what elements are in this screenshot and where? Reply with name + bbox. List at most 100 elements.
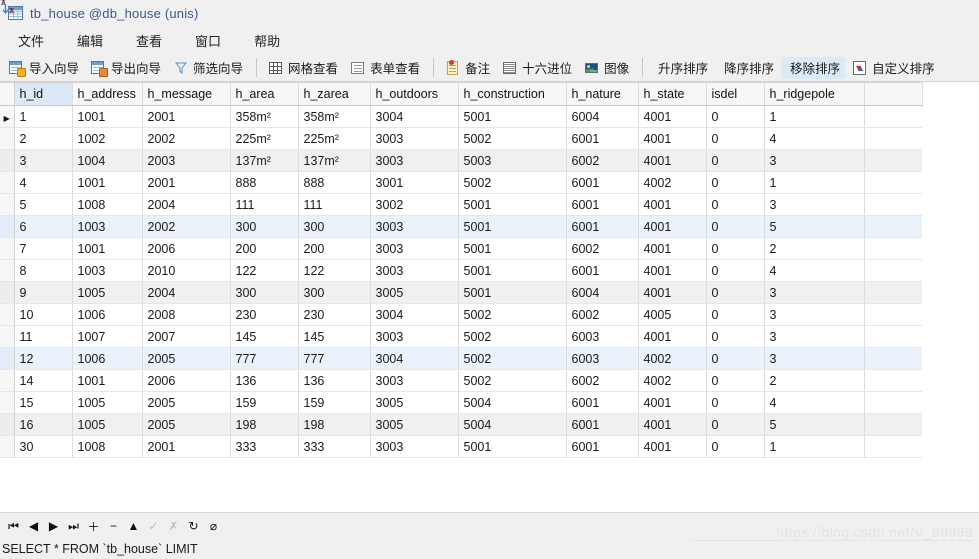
cell-h-state[interactable]: 4001 — [638, 281, 707, 304]
cell-h-message[interactable]: 2006 — [142, 237, 231, 260]
cell-h-state[interactable]: 4002 — [638, 171, 707, 194]
cell-h-address[interactable]: 1005 — [72, 413, 143, 436]
column-header-h-construction[interactable]: h_construction — [458, 82, 567, 106]
refresh-button[interactable]: ↻ — [184, 517, 203, 536]
cell-h-message[interactable]: 2007 — [142, 325, 231, 348]
cell-h-ridgepole[interactable]: 5 — [764, 215, 865, 238]
column-header-isdel[interactable]: isdel — [706, 82, 765, 106]
cell-h-state[interactable]: 4002 — [638, 347, 707, 370]
cell-h-ridgepole[interactable]: 3 — [764, 281, 865, 304]
cell-h-state[interactable]: 4001 — [638, 413, 707, 436]
cell-h-state[interactable]: 4001 — [638, 149, 707, 172]
cell-h-ridgepole[interactable]: 1 — [764, 105, 865, 128]
cell-h-nature[interactable]: 6002 — [566, 369, 639, 392]
column-header-h-address[interactable]: h_address — [72, 82, 143, 106]
cell-h-construction[interactable]: 5002 — [458, 369, 567, 392]
cell-h-message[interactable]: 2002 — [142, 127, 231, 150]
cell-h-construction[interactable]: 5002 — [458, 127, 567, 150]
cell-h-message[interactable]: 2001 — [142, 105, 231, 128]
cell-h-construction[interactable]: 5002 — [458, 171, 567, 194]
column-header-h-zarea[interactable]: h_zarea — [298, 82, 371, 106]
cell-h-ridgepole[interactable]: 3 — [764, 193, 865, 216]
cell-h-id[interactable]: 15 — [14, 391, 73, 414]
cell-h-address[interactable]: 1005 — [72, 281, 143, 304]
cell-h-outdoors[interactable]: 3004 — [370, 105, 459, 128]
cell-h-construction[interactable]: 5001 — [458, 281, 567, 304]
cell-h-id[interactable]: 16 — [14, 413, 73, 436]
filter-wizard-button[interactable]: 筛选向导 — [168, 57, 248, 79]
cell-h-nature[interactable]: 6001 — [566, 259, 639, 282]
cell-h-message[interactable]: 2008 — [142, 303, 231, 326]
cell-h-message[interactable]: 2001 — [142, 435, 231, 458]
cell-h-ridgepole[interactable]: 2 — [764, 237, 865, 260]
current-row-indicator[interactable]: ▶ — [0, 105, 15, 128]
cell-h-state[interactable]: 4001 — [638, 193, 707, 216]
row-selector[interactable] — [0, 391, 15, 414]
row-selector[interactable] — [0, 149, 15, 172]
cell-isdel[interactable]: 0 — [706, 149, 765, 172]
cell-h-nature[interactable]: 6002 — [566, 303, 639, 326]
cell-h-address[interactable]: 1008 — [72, 193, 143, 216]
column-header-h-state[interactable]: h_state — [638, 82, 707, 106]
form-view-button[interactable]: 表单查看 — [345, 57, 425, 79]
cell-h-area[interactable]: 198 — [230, 413, 299, 436]
cell-h-zarea[interactable]: 333 — [298, 435, 371, 458]
cell-h-state[interactable]: 4001 — [638, 127, 707, 150]
import-wizard-button[interactable]: 导入向导 — [4, 57, 84, 79]
cell-h-state[interactable]: 4001 — [638, 325, 707, 348]
cell-h-state[interactable]: 4001 — [638, 435, 707, 458]
cell-isdel[interactable]: 0 — [706, 391, 765, 414]
cell-h-ridgepole[interactable]: 3 — [764, 303, 865, 326]
cell-h-construction[interactable]: 5004 — [458, 413, 567, 436]
cell-h-area[interactable]: 200 — [230, 237, 299, 260]
row-selector[interactable] — [0, 281, 15, 304]
cell-h-outdoors[interactable]: 3003 — [370, 215, 459, 238]
cell-h-outdoors[interactable]: 3003 — [370, 369, 459, 392]
cell-h-construction[interactable]: 5003 — [458, 149, 567, 172]
cell-h-state[interactable]: 4001 — [638, 105, 707, 128]
previous-record-button[interactable]: ◀ — [24, 517, 43, 536]
cell-h-ridgepole[interactable]: 1 — [764, 171, 865, 194]
menu-file[interactable]: 文件 — [8, 28, 54, 53]
table-row[interactable]: 6 1003 2002 300 300 3003 5001 6001 4001 0 5 — [0, 215, 922, 238]
cell-h-outdoors[interactable]: 3003 — [370, 435, 459, 458]
column-header-h-outdoors[interactable]: h_outdoors — [370, 82, 459, 106]
cell-isdel[interactable]: 0 — [706, 215, 765, 238]
cell-h-construction[interactable]: 5001 — [458, 215, 567, 238]
table-row[interactable]: ▶ 1 1001 2001 358m² 358m² 3004 5001 6004 4001 0 1 — [0, 105, 922, 128]
cell-h-address[interactable]: 1006 — [72, 303, 143, 326]
table-row[interactable]: 8 1003 2010 122 122 3003 5001 6001 4001 0 4 — [0, 259, 922, 282]
last-record-button[interactable]: ⏭ — [64, 517, 83, 536]
cell-h-ridgepole[interactable]: 1 — [764, 435, 865, 458]
cell-h-nature[interactable]: 6001 — [566, 171, 639, 194]
cell-h-construction[interactable]: 5004 — [458, 391, 567, 414]
cell-h-area[interactable]: 888 — [230, 171, 299, 194]
cell-isdel[interactable]: 0 — [706, 193, 765, 216]
cell-h-zarea[interactable]: 111 — [298, 193, 371, 216]
cell-h-state[interactable]: 4001 — [638, 215, 707, 238]
cell-h-address[interactable]: 1008 — [72, 435, 143, 458]
row-selector[interactable] — [0, 435, 15, 458]
cell-h-outdoors[interactable]: 3005 — [370, 391, 459, 414]
cell-h-message[interactable]: 2005 — [142, 413, 231, 436]
cell-h-area[interactable]: 145 — [230, 325, 299, 348]
cell-h-state[interactable]: 4001 — [638, 237, 707, 260]
row-selector[interactable] — [0, 303, 15, 326]
table-row[interactable]: 4 1001 2001 888 888 3001 5002 6001 4002 0 1 — [0, 171, 922, 194]
cell-isdel[interactable]: 0 — [706, 171, 765, 194]
cell-h-zarea[interactable]: 300 — [298, 281, 371, 304]
cell-h-outdoors[interactable]: 3003 — [370, 127, 459, 150]
cell-h-zarea[interactable]: 145 — [298, 325, 371, 348]
cell-h-area[interactable]: 300 — [230, 281, 299, 304]
cell-h-construction[interactable]: 5001 — [458, 193, 567, 216]
column-header-h-area[interactable]: h_area — [230, 82, 299, 106]
row-selector[interactable] — [0, 193, 15, 216]
cell-h-area[interactable]: 159 — [230, 391, 299, 414]
cell-h-zarea[interactable]: 159 — [298, 391, 371, 414]
cell-h-nature[interactable]: 6003 — [566, 347, 639, 370]
cell-h-address[interactable]: 1001 — [72, 171, 143, 194]
cell-h-id[interactable]: 1 — [14, 105, 73, 128]
cell-isdel[interactable]: 0 — [706, 281, 765, 304]
cell-h-area[interactable]: 225m² — [230, 127, 299, 150]
row-selector[interactable] — [0, 237, 15, 260]
